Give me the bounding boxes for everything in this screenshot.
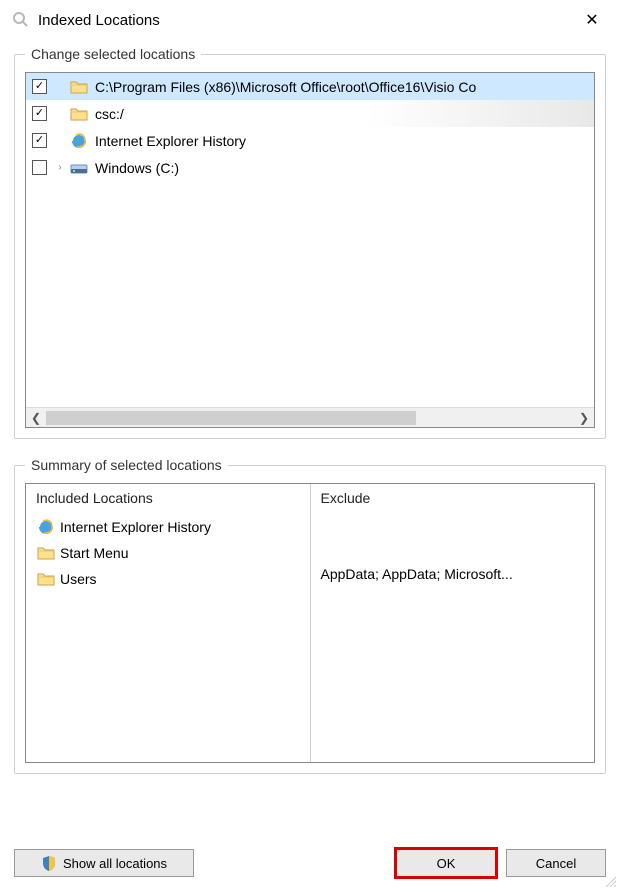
summary-group: Summary of selected locations Included L… (14, 457, 606, 774)
included-item[interactable]: Start Menu (36, 540, 300, 566)
change-locations-legend: Change selected locations (25, 46, 201, 62)
included-item-label: Internet Explorer History (60, 519, 211, 535)
ok-button-label: OK (437, 856, 456, 871)
drive-icon (69, 159, 89, 177)
show-all-locations-button[interactable]: Show all locations (14, 849, 194, 877)
folder-icon (69, 105, 89, 123)
folder-icon (36, 570, 56, 588)
show-all-locations-label: Show all locations (63, 856, 167, 871)
tree-checkbox[interactable] (32, 160, 47, 175)
scroll-right-arrow[interactable]: ❯ (574, 411, 594, 425)
included-item[interactable]: Users (36, 566, 300, 592)
tree-row-label: csc:/ (95, 106, 124, 122)
exclude-item (321, 540, 585, 566)
included-item-label: Users (60, 571, 97, 587)
exclude-column: Exclude AppData; AppData; Microsoft... (311, 484, 595, 762)
locations-tree[interactable]: ✓ C:\Program Files (x86)\Microsoft Office… (25, 72, 595, 428)
ie-icon (69, 132, 89, 150)
close-icon: ✕ (585, 10, 598, 30)
scroll-thumb[interactable] (46, 411, 416, 425)
tree-row-label: Internet Explorer History (95, 133, 246, 149)
tree-horizontal-scrollbar[interactable]: ❮ ❯ (26, 407, 594, 427)
cancel-button-label: Cancel (536, 856, 576, 871)
tree-row[interactable]: › Windows (C:) (26, 154, 594, 181)
summary-box: Included Locations Internet Explorer His… (25, 483, 595, 763)
tree-checkbox[interactable]: ✓ (32, 133, 47, 148)
summary-legend: Summary of selected locations (25, 457, 228, 473)
tree-row-label: C:\Program Files (x86)\Microsoft Office\… (95, 79, 476, 95)
titlebar: Indexed Locations ✕ (0, 0, 620, 40)
folder-icon (36, 544, 56, 562)
close-button[interactable]: ✕ (572, 4, 612, 36)
ok-button[interactable]: OK (396, 849, 496, 877)
included-item[interactable]: Internet Explorer History (36, 514, 300, 540)
tree-row-label: Windows (C:) (95, 160, 179, 176)
folder-icon (69, 78, 89, 96)
search-index-icon (12, 11, 30, 29)
resize-grip-icon[interactable] (604, 875, 616, 887)
tree-row[interactable]: ✓ csc:/ (26, 100, 594, 127)
exclude-item (321, 514, 585, 540)
tree-checkbox[interactable]: ✓ (32, 79, 47, 94)
tree-row[interactable]: ✓ Internet Explorer History (26, 127, 594, 154)
tree-row[interactable]: ✓ C:\Program Files (x86)\Microsoft Office… (26, 73, 594, 100)
tree-expander-icon[interactable]: › (53, 162, 67, 173)
change-locations-group: Change selected locations ✓ C:\Program Fi… (14, 46, 606, 439)
scroll-left-arrow[interactable]: ❮ (26, 411, 46, 425)
ie-icon (36, 518, 56, 536)
tree-checkbox[interactable]: ✓ (32, 106, 47, 121)
included-column: Included Locations Internet Explorer His… (26, 484, 311, 762)
exclude-item: AppData; AppData; Microsoft... (321, 566, 585, 592)
shield-icon (41, 855, 57, 871)
button-row: Show all locations OK Cancel (14, 849, 606, 877)
cancel-button[interactable]: Cancel (506, 849, 606, 877)
window-title: Indexed Locations (38, 12, 572, 29)
scroll-track[interactable] (46, 411, 574, 425)
exclude-header: Exclude (321, 490, 585, 506)
included-header: Included Locations (36, 490, 300, 506)
included-item-label: Start Menu (60, 545, 128, 561)
